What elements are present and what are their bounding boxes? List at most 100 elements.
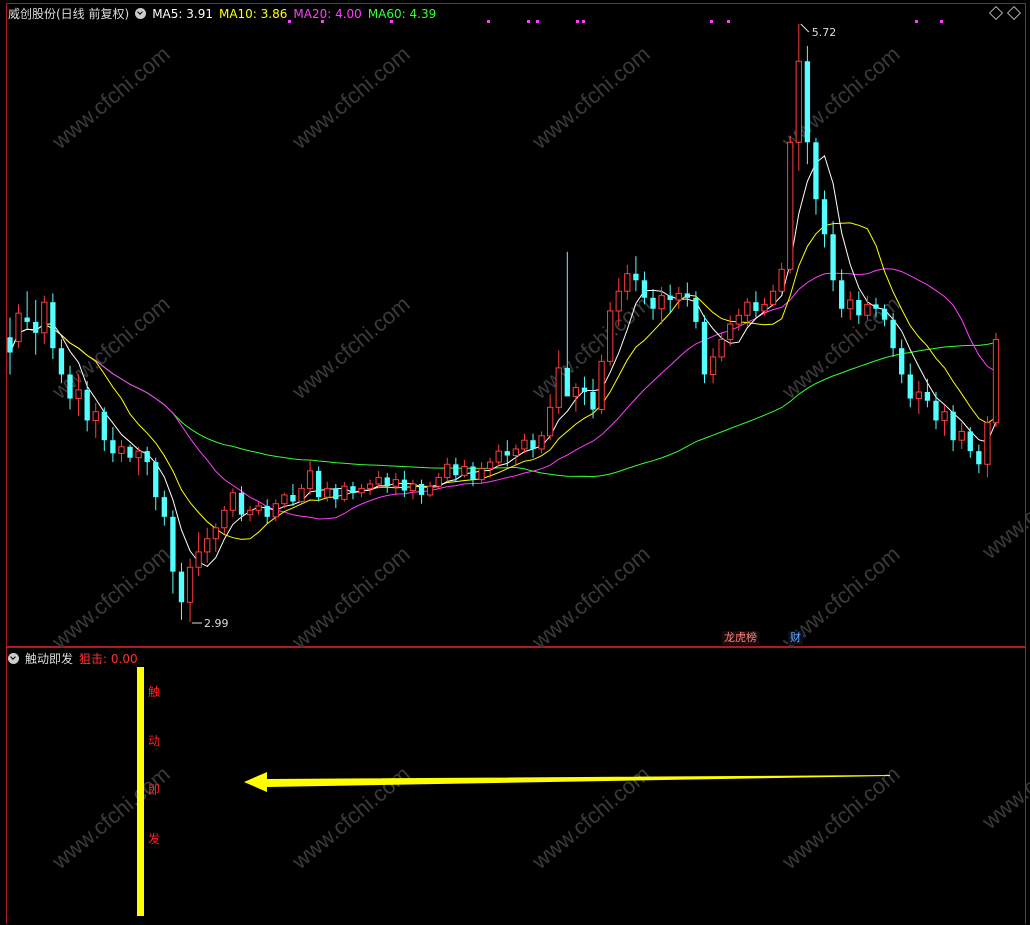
candle-body: [495, 450, 502, 463]
candle-body: [813, 142, 819, 200]
signal-marker: [915, 20, 918, 23]
candle-body: [899, 348, 905, 375]
candle-body: [709, 356, 717, 375]
candle-body: [409, 483, 417, 492]
candle-body: [350, 486, 356, 493]
candle-body: [324, 487, 331, 498]
candle-body: [564, 367, 570, 397]
signal-marker: [527, 20, 530, 23]
candle-body: [581, 387, 588, 392]
signal-char: 发: [148, 831, 160, 846]
candle-body: [684, 293, 690, 298]
watermark-text: www.cfchi.com: [776, 761, 904, 874]
candle-body: [67, 374, 73, 399]
signal-marker: [582, 20, 585, 23]
candle-body: [572, 387, 580, 397]
signal-value: 狙击: 0.00: [79, 652, 138, 666]
candle-body: [504, 451, 510, 456]
candle-body: [41, 301, 48, 334]
candle-body: [470, 466, 476, 480]
candle-body: [615, 290, 622, 312]
arrow-icon: [244, 772, 890, 792]
candle-body: [744, 301, 751, 316]
watermark-text: www.cfchi.com: [46, 291, 174, 404]
watermark-text: www.cfchi.com: [46, 541, 174, 654]
candle-body: [281, 494, 288, 505]
candle-body: [598, 360, 605, 411]
candle-body: [58, 348, 65, 375]
candle-body: [92, 411, 99, 421]
settings-toggle-icon[interactable]: [135, 8, 147, 19]
candle-body: [907, 374, 913, 399]
candle-body: [7, 337, 13, 353]
signal-marker: [576, 20, 579, 23]
candle-body: [186, 566, 194, 603]
candle-body: [821, 199, 828, 235]
candle-body: [650, 297, 656, 309]
candle-body: [15, 312, 22, 343]
candle-body: [204, 538, 211, 553]
candle-body: [426, 485, 434, 496]
candle-body: [950, 411, 956, 441]
candle-body: [667, 295, 673, 300]
candle-body: [693, 297, 699, 322]
signal-marker: [710, 20, 713, 23]
watermark-text: www.cfchi.com: [286, 761, 414, 874]
candle-body: [306, 470, 314, 489]
ma-legend-item: MA10: 3.86: [218, 6, 288, 21]
candle-body: [555, 367, 562, 408]
candle-body: [316, 470, 322, 498]
event-tag-dragon-tiger[interactable]: 龙虎榜: [722, 631, 759, 645]
candle-body: [384, 477, 390, 487]
candle-body: [915, 391, 922, 400]
ma5-line: [9, 155, 997, 568]
candle-body: [967, 431, 973, 452]
candle-body: [33, 321, 39, 333]
candle-body: [127, 446, 133, 458]
candle-body: [161, 497, 167, 517]
high-price-label: 5.72: [812, 26, 837, 39]
indicator-header: 触动即发 狙击: 0.00: [8, 650, 138, 667]
candle-body: [753, 302, 759, 311]
candle-body: [478, 468, 485, 481]
candle-body: [24, 317, 30, 322]
ma-legend-item: MA5: 3.91: [152, 6, 213, 21]
candle-body: [941, 411, 948, 421]
candlestick-chart[interactable]: www.cfchi.com www.cfchi.com www.cfchi.com w…: [0, 0, 1030, 925]
candle-body: [341, 485, 348, 500]
ma-legend-item: MA60: 4.39: [367, 6, 437, 21]
candle-body: [358, 487, 365, 494]
signal-marker: [487, 20, 490, 23]
candle-body: [229, 492, 237, 511]
indicator-name[interactable]: 触动即发: [25, 650, 73, 667]
signal-marker: [940, 20, 943, 23]
candle-body: [607, 310, 614, 362]
candle-body: [701, 321, 708, 375]
event-tag-financial[interactable]: 财: [788, 631, 803, 645]
candle-body: [255, 505, 262, 511]
candle-body: [546, 406, 554, 437]
watermark-text: www.cfchi.com: [286, 41, 414, 154]
candle-body: [264, 505, 270, 517]
watermark-text: www.cfchi.com: [976, 451, 1030, 564]
candle-body: [864, 303, 871, 316]
candle-body: [272, 503, 279, 518]
candle-body: [641, 280, 648, 298]
candle-body: [735, 314, 742, 325]
stock-title[interactable]: 威创股份(日线 前复权): [8, 5, 129, 22]
candle-body: [530, 440, 536, 449]
watermark-text: www.cfchi.com: [46, 41, 174, 154]
candle-body: [976, 451, 982, 465]
candle-body: [246, 509, 254, 516]
high-pointer: [800, 23, 810, 33]
candle-body: [856, 300, 862, 316]
candle-body: [624, 273, 631, 292]
indicator-toggle-icon[interactable]: [8, 653, 19, 664]
candle-body: [658, 295, 665, 310]
candle-body: [84, 389, 90, 421]
candle-body: [101, 411, 107, 441]
main-chart-header: 威创股份(日线 前复权) MA5: 3.91 MA10: 3.86 MA20: 4.…: [8, 5, 436, 22]
candle-body: [718, 338, 725, 358]
candle-body: [984, 422, 991, 465]
candle-body: [435, 476, 442, 487]
